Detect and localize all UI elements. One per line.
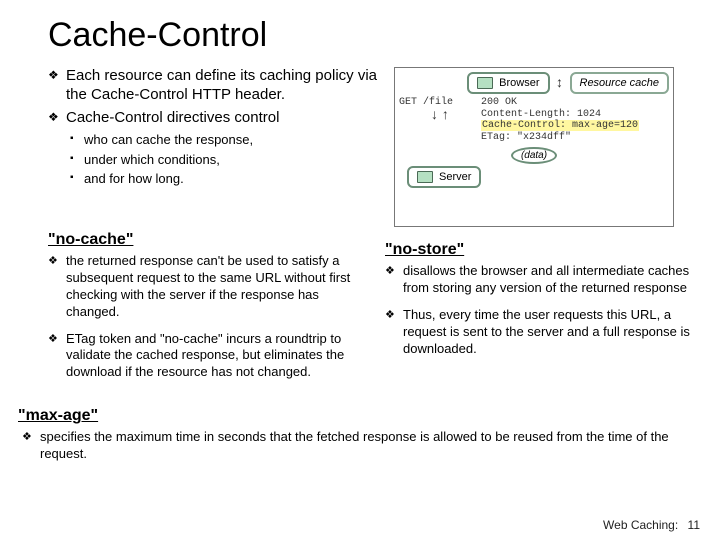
slide: Cache-Control Each resource can define i… <box>0 0 720 540</box>
top-row: Each resource can define its caching pol… <box>48 67 692 227</box>
footer-label: Web Caching: <box>603 518 678 532</box>
intro-text-block: Each resource can define its caching pol… <box>48 67 378 190</box>
intro-sub-2: under which conditions, <box>48 151 378 169</box>
max-age-bullet: specifies the maximum time in seconds th… <box>18 429 692 463</box>
directives-columns: "no-cache" the returned response can't b… <box>48 221 692 391</box>
http-status: 200 OK <box>481 97 669 109</box>
no-store-bullet-2: Thus, every time the user requests this … <box>385 307 692 358</box>
no-store-column: "no-store" disallows the browser and all… <box>385 221 692 367</box>
no-cache-heading: "no-cache" <box>48 231 355 249</box>
no-cache-bullet-2: ETag token and "no-cache" incurs a round… <box>48 331 355 382</box>
no-cache-bullet-1: the returned response can't be used to s… <box>48 253 355 321</box>
browser-label: Browser <box>499 77 539 89</box>
max-age-heading: "max-age" <box>18 407 692 425</box>
server-icon <box>417 171 433 183</box>
http-etag: ETag: "x234dff" <box>481 132 669 144</box>
monitor-icon <box>477 77 493 89</box>
no-cache-column: "no-cache" the returned response can't b… <box>48 221 355 391</box>
slide-footer: Web Caching: 11 <box>603 518 700 532</box>
cache-diagram: Browser ↕ Resource cache GET /file ↓ ↑ 2… <box>394 67 674 227</box>
server-box: Server <box>407 166 481 188</box>
intro-sub-1: who can cache the response, <box>48 131 378 149</box>
data-oval: (data) <box>511 147 557 164</box>
max-age-section: "max-age" specifies the maximum time in … <box>18 407 692 463</box>
no-store-bullet-1: disallows the browser and all intermedia… <box>385 263 692 297</box>
browser-box: Browser <box>467 72 549 94</box>
footer-page-number: 11 <box>688 518 700 532</box>
resource-cache-box: Resource cache <box>570 72 670 94</box>
page-title: Cache-Control <box>48 16 692 55</box>
http-content-length: Content-Length: 1024 <box>481 109 669 121</box>
intro-bullet-1: Each resource can define its caching pol… <box>48 67 378 105</box>
no-store-heading: "no-store" <box>385 241 692 259</box>
intro-sub-3: and for how long. <box>48 170 378 188</box>
http-cache-control: Cache-Control: max-age=120 <box>481 120 669 132</box>
intro-bullet-2: Cache-Control directives control <box>48 109 378 128</box>
server-label: Server <box>439 171 471 183</box>
